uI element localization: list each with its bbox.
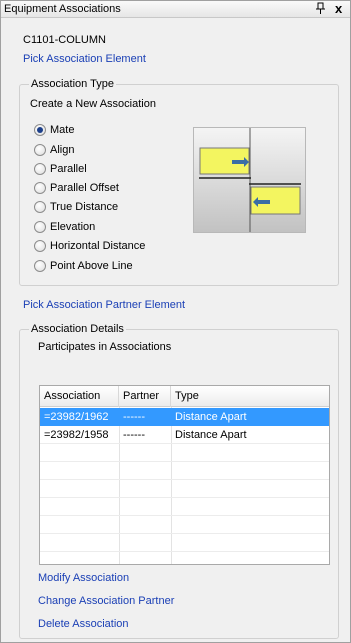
radio-label: Point Above Line [50,260,133,272]
radio-button[interactable] [34,240,46,252]
radio-option-horizontal-distance[interactable]: Horizontal Distance [34,239,145,253]
pick-association-partner-link[interactable]: Pick Association Partner Element [23,299,185,311]
column-header-partner[interactable]: Partner [119,386,171,407]
radio-label: Parallel Offset [50,182,119,194]
radio-option-point-above-line[interactable]: Point Above Line [34,259,133,273]
cell-partner: ------ [123,429,145,441]
radio-option-align[interactable]: Align [34,143,74,157]
radio-button[interactable] [34,124,46,136]
grid-row-line [40,533,329,534]
radio-button[interactable] [34,260,46,272]
radio-label: True Distance [50,201,119,213]
participates-label: Participates in Associations [38,341,172,353]
association-type-title: Association Type [29,78,116,90]
radio-option-parallel-offset[interactable]: Parallel Offset [34,181,119,195]
radio-label: Align [50,144,75,156]
radio-option-parallel[interactable]: Parallel [34,162,87,176]
column-header-association[interactable]: Association [40,386,119,407]
radio-label: Parallel [50,163,87,175]
radio-label: Horizontal Distance [50,240,146,252]
radio-button[interactable] [34,201,46,213]
grid-row-line [40,497,329,498]
grid-row-line [40,515,329,516]
cell-type: Distance Apart [175,429,247,441]
grid-row-line [40,479,329,480]
cell-type: Distance Apart [175,411,247,423]
radio-label: Mate [50,124,75,136]
association-preview-image [193,127,306,233]
cell-association: =23982/1958 [44,429,109,441]
element-name: C1101-COLUMN [23,34,106,46]
modify-association-link[interactable]: Modify Association [38,572,129,584]
pin-icon[interactable] [315,2,327,15]
radio-option-true-distance[interactable]: True Distance [34,200,118,214]
table-row[interactable]: =23982/1958 ------ Distance Apart [40,426,329,444]
delete-association-link[interactable]: Delete Association [38,618,129,630]
close-icon[interactable]: x [335,1,342,16]
equipment-associations-panel: Equipment Associations x C1101-COLUMN Pi… [0,0,351,643]
change-association-partner-link[interactable]: Change Association Partner [38,595,174,607]
radio-button[interactable] [34,144,46,156]
radio-option-mate[interactable]: Mate [34,123,74,137]
radio-option-elevation[interactable]: Elevation [34,220,95,234]
grid-row-line [40,551,329,552]
radio-label: Elevation [50,221,96,233]
create-new-association-label: Create a New Association [30,98,156,110]
table-row[interactable]: =23982/1962 ------ Distance Apart [40,408,329,426]
panel-titlebar: Equipment Associations x [1,1,350,18]
cell-association: =23982/1962 [44,411,109,423]
pick-association-element-link[interactable]: Pick Association Element [23,53,146,65]
radio-button[interactable] [34,221,46,233]
association-details-title: Association Details [29,323,126,335]
associations-table: Association Partner Type =23982/1962 ----… [39,385,330,565]
grid-row-line [40,461,329,462]
panel-title: Equipment Associations [4,3,121,15]
radio-button[interactable] [34,163,46,175]
cell-partner: ------ [123,411,145,423]
column-header-type[interactable]: Type [171,386,329,407]
table-header: Association Partner Type [40,386,329,407]
radio-button[interactable] [34,182,46,194]
